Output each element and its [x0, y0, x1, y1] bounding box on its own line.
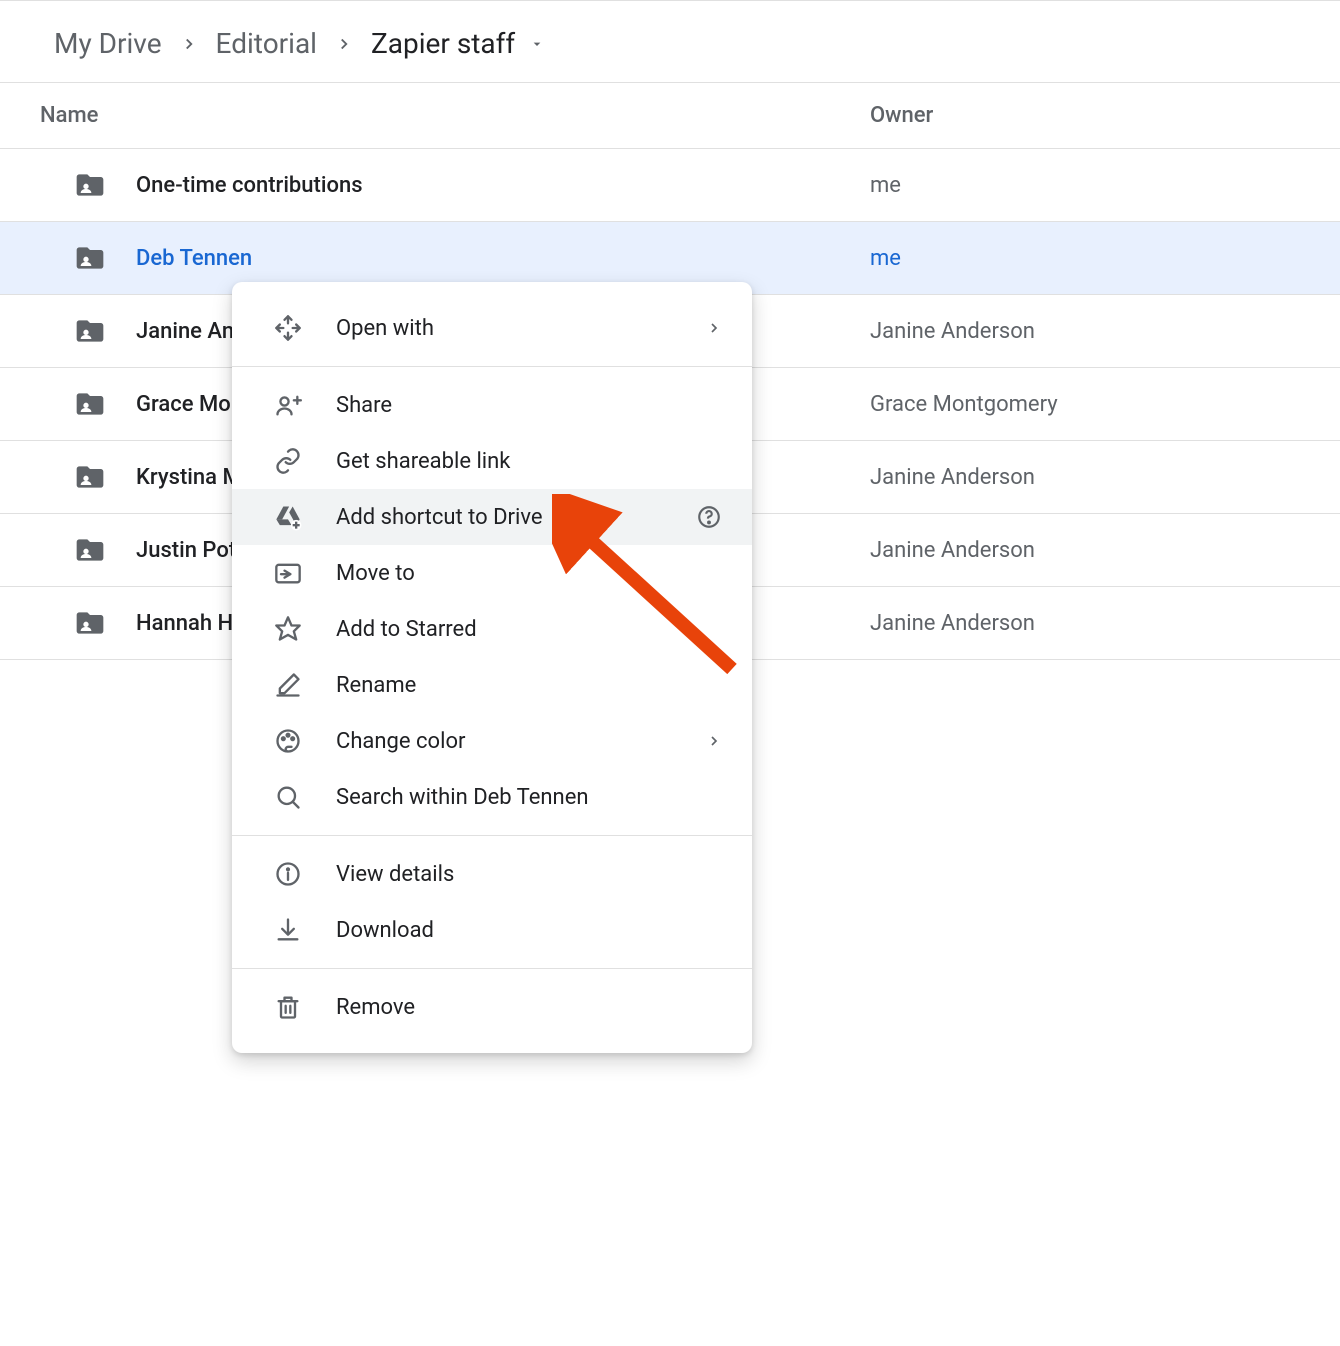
- header-owner[interactable]: Owner: [870, 103, 1290, 128]
- menu-item-star[interactable]: Add to Starred: [232, 601, 752, 657]
- item-name: Deb Tennen: [136, 246, 870, 271]
- shared-folder-icon: [70, 388, 110, 420]
- menu-item-info[interactable]: View details: [232, 846, 752, 902]
- item-owner: Janine Anderson: [870, 465, 1290, 490]
- chevron-right-icon: [335, 35, 353, 53]
- menu-item-open-with[interactable]: Open with: [232, 300, 752, 356]
- menu-label: Open with: [336, 316, 706, 341]
- menu-divider: [232, 366, 752, 367]
- menu-label: View details: [336, 862, 722, 887]
- menu-label: Move to: [336, 561, 722, 586]
- menu-item-download[interactable]: Download: [232, 902, 752, 958]
- star-icon: [272, 613, 304, 645]
- menu-item-drive-add[interactable]: Add shortcut to Drive: [232, 489, 752, 545]
- menu-label: Share: [336, 393, 722, 418]
- menu-label: Search within Deb Tennen: [336, 785, 722, 810]
- trash-icon: [272, 991, 304, 1023]
- shared-folder-icon: [70, 242, 110, 274]
- menu-item-rename[interactable]: Rename: [232, 657, 752, 713]
- info-icon: [272, 858, 304, 890]
- link-icon: [272, 445, 304, 477]
- shared-folder-icon: [70, 607, 110, 639]
- menu-divider: [232, 835, 752, 836]
- header-name[interactable]: Name: [40, 103, 870, 128]
- context-menu: Open with Share Get shareable link Add s…: [232, 282, 752, 1053]
- shared-folder-icon: [70, 461, 110, 493]
- item-owner: me: [870, 246, 1290, 271]
- item-owner: Janine Anderson: [870, 538, 1290, 563]
- open-with-icon: [272, 312, 304, 344]
- move-icon: [272, 557, 304, 589]
- menu-item-search[interactable]: Search within Deb Tennen: [232, 769, 752, 825]
- shared-folder-icon: [70, 534, 110, 566]
- item-owner: Janine Anderson: [870, 319, 1290, 344]
- menu-label: Rename: [336, 673, 722, 698]
- rename-icon: [272, 669, 304, 701]
- menu-label: Remove: [336, 995, 722, 1020]
- table-row[interactable]: One-time contributions me: [0, 149, 1340, 222]
- menu-label: Download: [336, 918, 722, 943]
- search-icon: [272, 781, 304, 813]
- share-icon: [272, 389, 304, 421]
- menu-item-move[interactable]: Move to: [232, 545, 752, 601]
- menu-label: Change color: [336, 729, 706, 754]
- menu-label: Add shortcut to Drive: [336, 505, 696, 530]
- chevron-right-icon: [706, 320, 722, 336]
- menu-divider: [232, 968, 752, 969]
- menu-item-share[interactable]: Share: [232, 377, 752, 433]
- download-icon: [272, 914, 304, 946]
- chevron-right-icon: [180, 35, 198, 53]
- breadcrumb-mydrive[interactable]: My Drive: [50, 25, 166, 62]
- item-owner: me: [870, 173, 1290, 198]
- breadcrumb-editorial[interactable]: Editorial: [212, 25, 321, 62]
- menu-item-palette[interactable]: Change color: [232, 713, 752, 769]
- help-icon[interactable]: [696, 504, 722, 530]
- shared-folder-icon: [70, 169, 110, 201]
- table-header: Name Owner: [0, 83, 1340, 149]
- item-owner: Janine Anderson: [870, 611, 1290, 636]
- chevron-right-icon: [706, 733, 722, 749]
- caret-down-icon[interactable]: [529, 36, 545, 52]
- menu-label: Get shareable link: [336, 449, 722, 474]
- item-owner: Grace Montgomery: [870, 392, 1290, 417]
- breadcrumb: My Drive Editorial Zapier staff: [0, 0, 1340, 83]
- shared-folder-icon: [70, 315, 110, 347]
- breadcrumb-current[interactable]: Zapier staff: [367, 25, 519, 62]
- menu-label: Add to Starred: [336, 617, 722, 642]
- item-name: One-time contributions: [136, 173, 870, 198]
- menu-item-trash[interactable]: Remove: [232, 979, 752, 1035]
- palette-icon: [272, 725, 304, 757]
- drive-add-icon: [272, 501, 304, 533]
- menu-item-link[interactable]: Get shareable link: [232, 433, 752, 489]
